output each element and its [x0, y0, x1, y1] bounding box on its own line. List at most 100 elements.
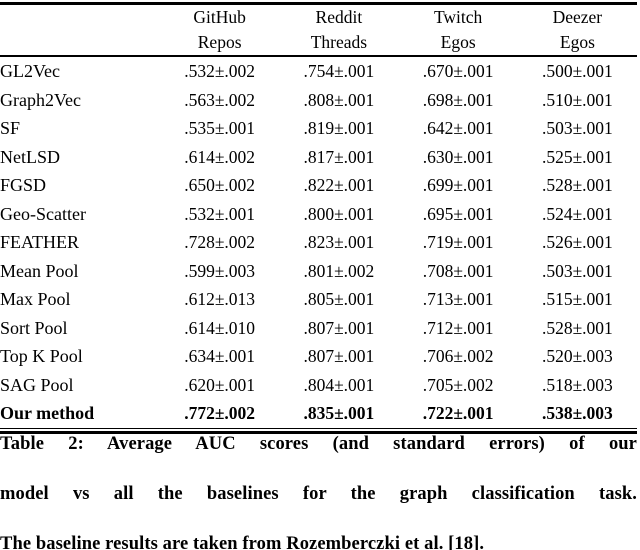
- cell-value: .719±.001: [422, 232, 494, 252]
- cell-value: .518±.003: [541, 374, 613, 395]
- cell-value: .503±.001: [541, 260, 613, 281]
- cell-value: .524±.001: [541, 203, 613, 224]
- cell-value: .614±.010: [184, 317, 256, 338]
- row-label: Max Pool: [0, 289, 71, 309]
- row-label: Geo-Scatter: [0, 203, 86, 224]
- cell-value: .630±.001: [422, 146, 494, 167]
- cell-value: .538±.003: [541, 403, 613, 423]
- row-label: Top K Pool: [0, 346, 83, 366]
- cell-value: .535±.001: [184, 118, 256, 138]
- table-row: Graph2Vec .563±.002 .808±.001 .698±.001 .510…: [0, 86, 637, 115]
- column-header-rowlabel: [0, 5, 160, 55]
- table-row: FEATHER .728±.002 .823±.001 .719±.001 .526±.…: [0, 228, 637, 257]
- caption-line-3: The baseline results are taken from Roze…: [0, 534, 485, 550]
- cell-value: .500±.001: [541, 61, 613, 81]
- table-header-row: GitHub Repos Reddit Threads Twitch Egos …: [0, 5, 637, 55]
- cell-value: .705±.002: [422, 374, 494, 395]
- cell-value: .754±.001: [303, 61, 375, 81]
- cell-value: .807±.001: [303, 317, 375, 338]
- cell-value: .515±.001: [541, 289, 613, 309]
- row-label: Our method: [0, 403, 95, 423]
- row-label: SAG Pool: [0, 374, 74, 395]
- cell-value: .642±.001: [422, 118, 494, 138]
- row-label: Mean Pool: [0, 260, 79, 281]
- column-header-line2: Egos: [559, 32, 595, 52]
- table-row: SF .535±.001 .819±.001 .642±.001 .503±.001: [0, 114, 637, 143]
- cell-value: .532±.002: [184, 61, 256, 81]
- cell-value: .620±.001: [184, 374, 256, 395]
- cell-value: .698±.001: [422, 89, 494, 110]
- row-label: FEATHER: [0, 232, 80, 252]
- column-header-reddit-threads: Reddit Threads: [279, 5, 398, 55]
- cell-value: .835±.001: [303, 403, 375, 423]
- cell-value: .823±.001: [303, 232, 375, 252]
- cell-value: .712±.001: [422, 317, 494, 338]
- column-header-line1: Deezer: [552, 7, 603, 27]
- table-row: GL2Vec .532±.002 .754±.001 .670±.001 .500±.0…: [0, 57, 637, 86]
- cell-value: .670±.001: [422, 61, 494, 81]
- table-caption: Table 2: Average AUC scores (and standar…: [0, 432, 637, 550]
- cell-value: .650±.002: [184, 175, 256, 195]
- cell-value: .614±.002: [184, 146, 256, 167]
- row-label: FGSD: [0, 175, 47, 195]
- cell-value: .822±.001: [303, 175, 375, 195]
- column-header-line2: Repos: [197, 32, 242, 52]
- cell-value: .708±.001: [422, 260, 494, 281]
- table-header: GitHub Repos Reddit Threads Twitch Egos …: [0, 5, 637, 55]
- cell-value: .800±.001: [303, 203, 375, 224]
- row-label: NetLSD: [0, 146, 60, 167]
- cell-value: .706±.002: [422, 346, 494, 366]
- row-label: Sort Pool: [0, 317, 68, 338]
- results-table-container: GitHub Repos Reddit Threads Twitch Egos …: [0, 0, 637, 434]
- cell-value: .599±.003: [184, 260, 256, 281]
- caption-line-2: model vs all the baselines for the graph…: [0, 484, 637, 504]
- cell-value: .772±.002: [184, 403, 256, 423]
- row-label: GL2Vec: [0, 61, 60, 81]
- column-header-line1: Twitch: [433, 7, 483, 27]
- cell-value: .612±.013: [184, 289, 256, 309]
- caption-line-1: Table 2: Average AUC scores (and standar…: [0, 434, 637, 454]
- cell-value: .722±.001: [422, 403, 494, 423]
- cell-value: .503±.001: [541, 118, 613, 138]
- caption-line-3-clipped: The baseline results are taken from Roze…: [0, 532, 637, 550]
- column-header-line2: Threads: [310, 32, 368, 52]
- cell-value: .801±.002: [303, 260, 375, 281]
- row-label: Graph2Vec: [0, 89, 81, 110]
- cell-value: .807±.001: [303, 346, 375, 366]
- table-body: GL2Vec .532±.002 .754±.001 .670±.001 .500±.0…: [0, 57, 637, 428]
- column-header-line1: Reddit: [315, 7, 363, 27]
- table-row: Mean Pool .599±.003 .801±.002 .708±.001 .503…: [0, 257, 637, 286]
- cell-value: .563±.002: [184, 89, 256, 110]
- cell-value: .520±.003: [541, 346, 613, 366]
- cell-value: .819±.001: [303, 118, 375, 138]
- table-row: FGSD .650±.002 .822±.001 .699±.001 .528±.001: [0, 171, 637, 200]
- column-header-line2: Egos: [440, 32, 476, 52]
- column-header-twitch-egos: Twitch Egos: [399, 5, 518, 55]
- cell-value: .804±.001: [303, 374, 375, 395]
- cell-value: .525±.001: [541, 146, 613, 167]
- cell-value: .817±.001: [303, 146, 375, 167]
- table-row: Sort Pool .614±.010 .807±.001 .712±.001 .528…: [0, 314, 637, 343]
- row-label: SF: [0, 118, 21, 138]
- column-header-line1: GitHub: [193, 7, 246, 27]
- cell-value: .808±.001: [303, 89, 375, 110]
- cell-value: .728±.002: [184, 232, 256, 252]
- cell-value: .634±.001: [184, 346, 256, 366]
- table-row: NetLSD .614±.002 .817±.001 .630±.001 .525±.0…: [0, 143, 637, 172]
- paper-table-figure: GitHub Repos Reddit Threads Twitch Egos …: [0, 0, 640, 550]
- cell-value: .510±.001: [541, 89, 613, 110]
- table-rule-bottom-thin: [0, 427, 637, 429]
- results-table-body: GL2Vec .532±.002 .754±.001 .670±.001 .500±.0…: [0, 57, 637, 428]
- table-row: Max Pool .612±.013 .805±.001 .713±.001 .515±…: [0, 285, 637, 314]
- cell-value: .528±.001: [541, 175, 613, 195]
- cell-value: .713±.001: [422, 289, 494, 309]
- cell-value: .805±.001: [303, 289, 375, 309]
- table-row: Geo-Scatter .532±.001 .800±.001 .695±.001 .5…: [0, 200, 637, 229]
- cell-value: .695±.001: [422, 203, 494, 224]
- cell-value: .699±.001: [422, 175, 494, 195]
- column-header-deezer-egos: Deezer Egos: [518, 5, 637, 55]
- table-row: Top K Pool .634±.001 .807±.001 .706±.002 .52…: [0, 342, 637, 371]
- cell-value: .532±.001: [184, 203, 256, 224]
- results-table: GitHub Repos Reddit Threads Twitch Egos …: [0, 5, 637, 55]
- cell-value: .528±.001: [541, 317, 613, 338]
